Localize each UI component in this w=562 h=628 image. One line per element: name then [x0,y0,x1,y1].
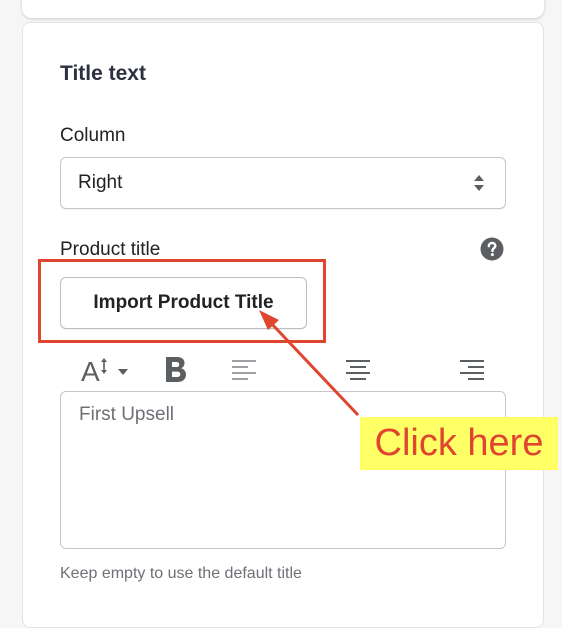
align-left-icon [232,360,256,380]
column-label: Column [60,125,126,146]
font-size-button[interactable]: A [78,352,134,388]
column-select[interactable]: Right [60,157,506,209]
font-size-icon: A [81,356,128,386]
select-arrows-icon [474,175,484,191]
align-center-button[interactable] [340,352,376,388]
annotation-highlight-box [38,259,326,343]
editor-text: First Upsell [79,404,175,425]
editor-hint: Keep empty to use the default title [60,565,302,582]
question-circle-icon[interactable] [480,237,504,261]
click-here-callout: Click here [360,417,558,470]
svg-text:A: A [81,356,100,386]
align-left-button[interactable] [226,352,262,388]
section-title: Title text [60,62,146,85]
title-editor[interactable]: First Upsell [60,391,506,549]
column-select-value: Right [78,172,123,193]
align-right-icon [460,360,484,380]
bold-icon [166,357,186,382]
align-center-icon [346,360,370,380]
product-title-label: Product title [60,239,161,260]
align-right-button[interactable] [454,352,490,388]
bold-button[interactable] [158,352,194,388]
previous-card [22,0,544,18]
callout-text: Click here [374,422,544,464]
